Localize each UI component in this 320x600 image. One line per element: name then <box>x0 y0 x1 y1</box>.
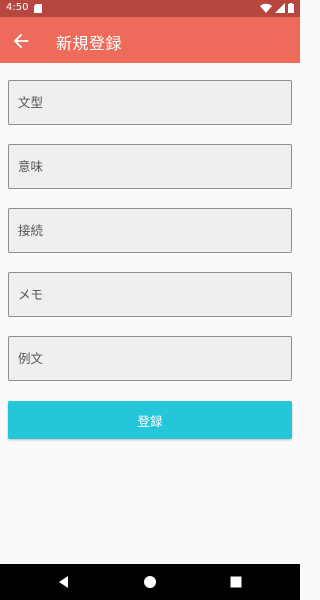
connection-field[interactable] <box>8 208 292 253</box>
connection-input[interactable] <box>9 209 291 252</box>
sentence-pattern-field[interactable] <box>8 80 292 125</box>
navigation-bar <box>0 564 300 600</box>
meaning-input[interactable] <box>9 145 291 188</box>
status-time: 4:50 <box>6 2 29 13</box>
example-sentence-input[interactable] <box>9 337 291 380</box>
meaning-field[interactable] <box>8 144 292 189</box>
sentence-pattern-input[interactable] <box>9 81 291 124</box>
memo-input[interactable] <box>9 273 291 316</box>
recents-square-icon[interactable] <box>228 574 244 590</box>
arrow-left-icon[interactable] <box>10 30 32 52</box>
app-bar: 新規登録 <box>0 17 300 63</box>
signal-icon <box>275 3 285 13</box>
battery-icon <box>288 3 294 13</box>
home-circle-icon[interactable] <box>142 574 158 590</box>
memo-field[interactable] <box>8 272 292 317</box>
back-triangle-icon[interactable] <box>56 574 72 590</box>
wifi-icon <box>260 3 272 13</box>
sd-card-icon <box>34 4 42 13</box>
registration-form <box>8 80 292 400</box>
example-sentence-field[interactable] <box>8 336 292 381</box>
register-button[interactable]: 登録 <box>8 401 292 439</box>
status-bar: 4:50 <box>0 0 300 17</box>
page-title: 新規登録 <box>56 34 123 53</box>
status-icons <box>260 3 294 13</box>
